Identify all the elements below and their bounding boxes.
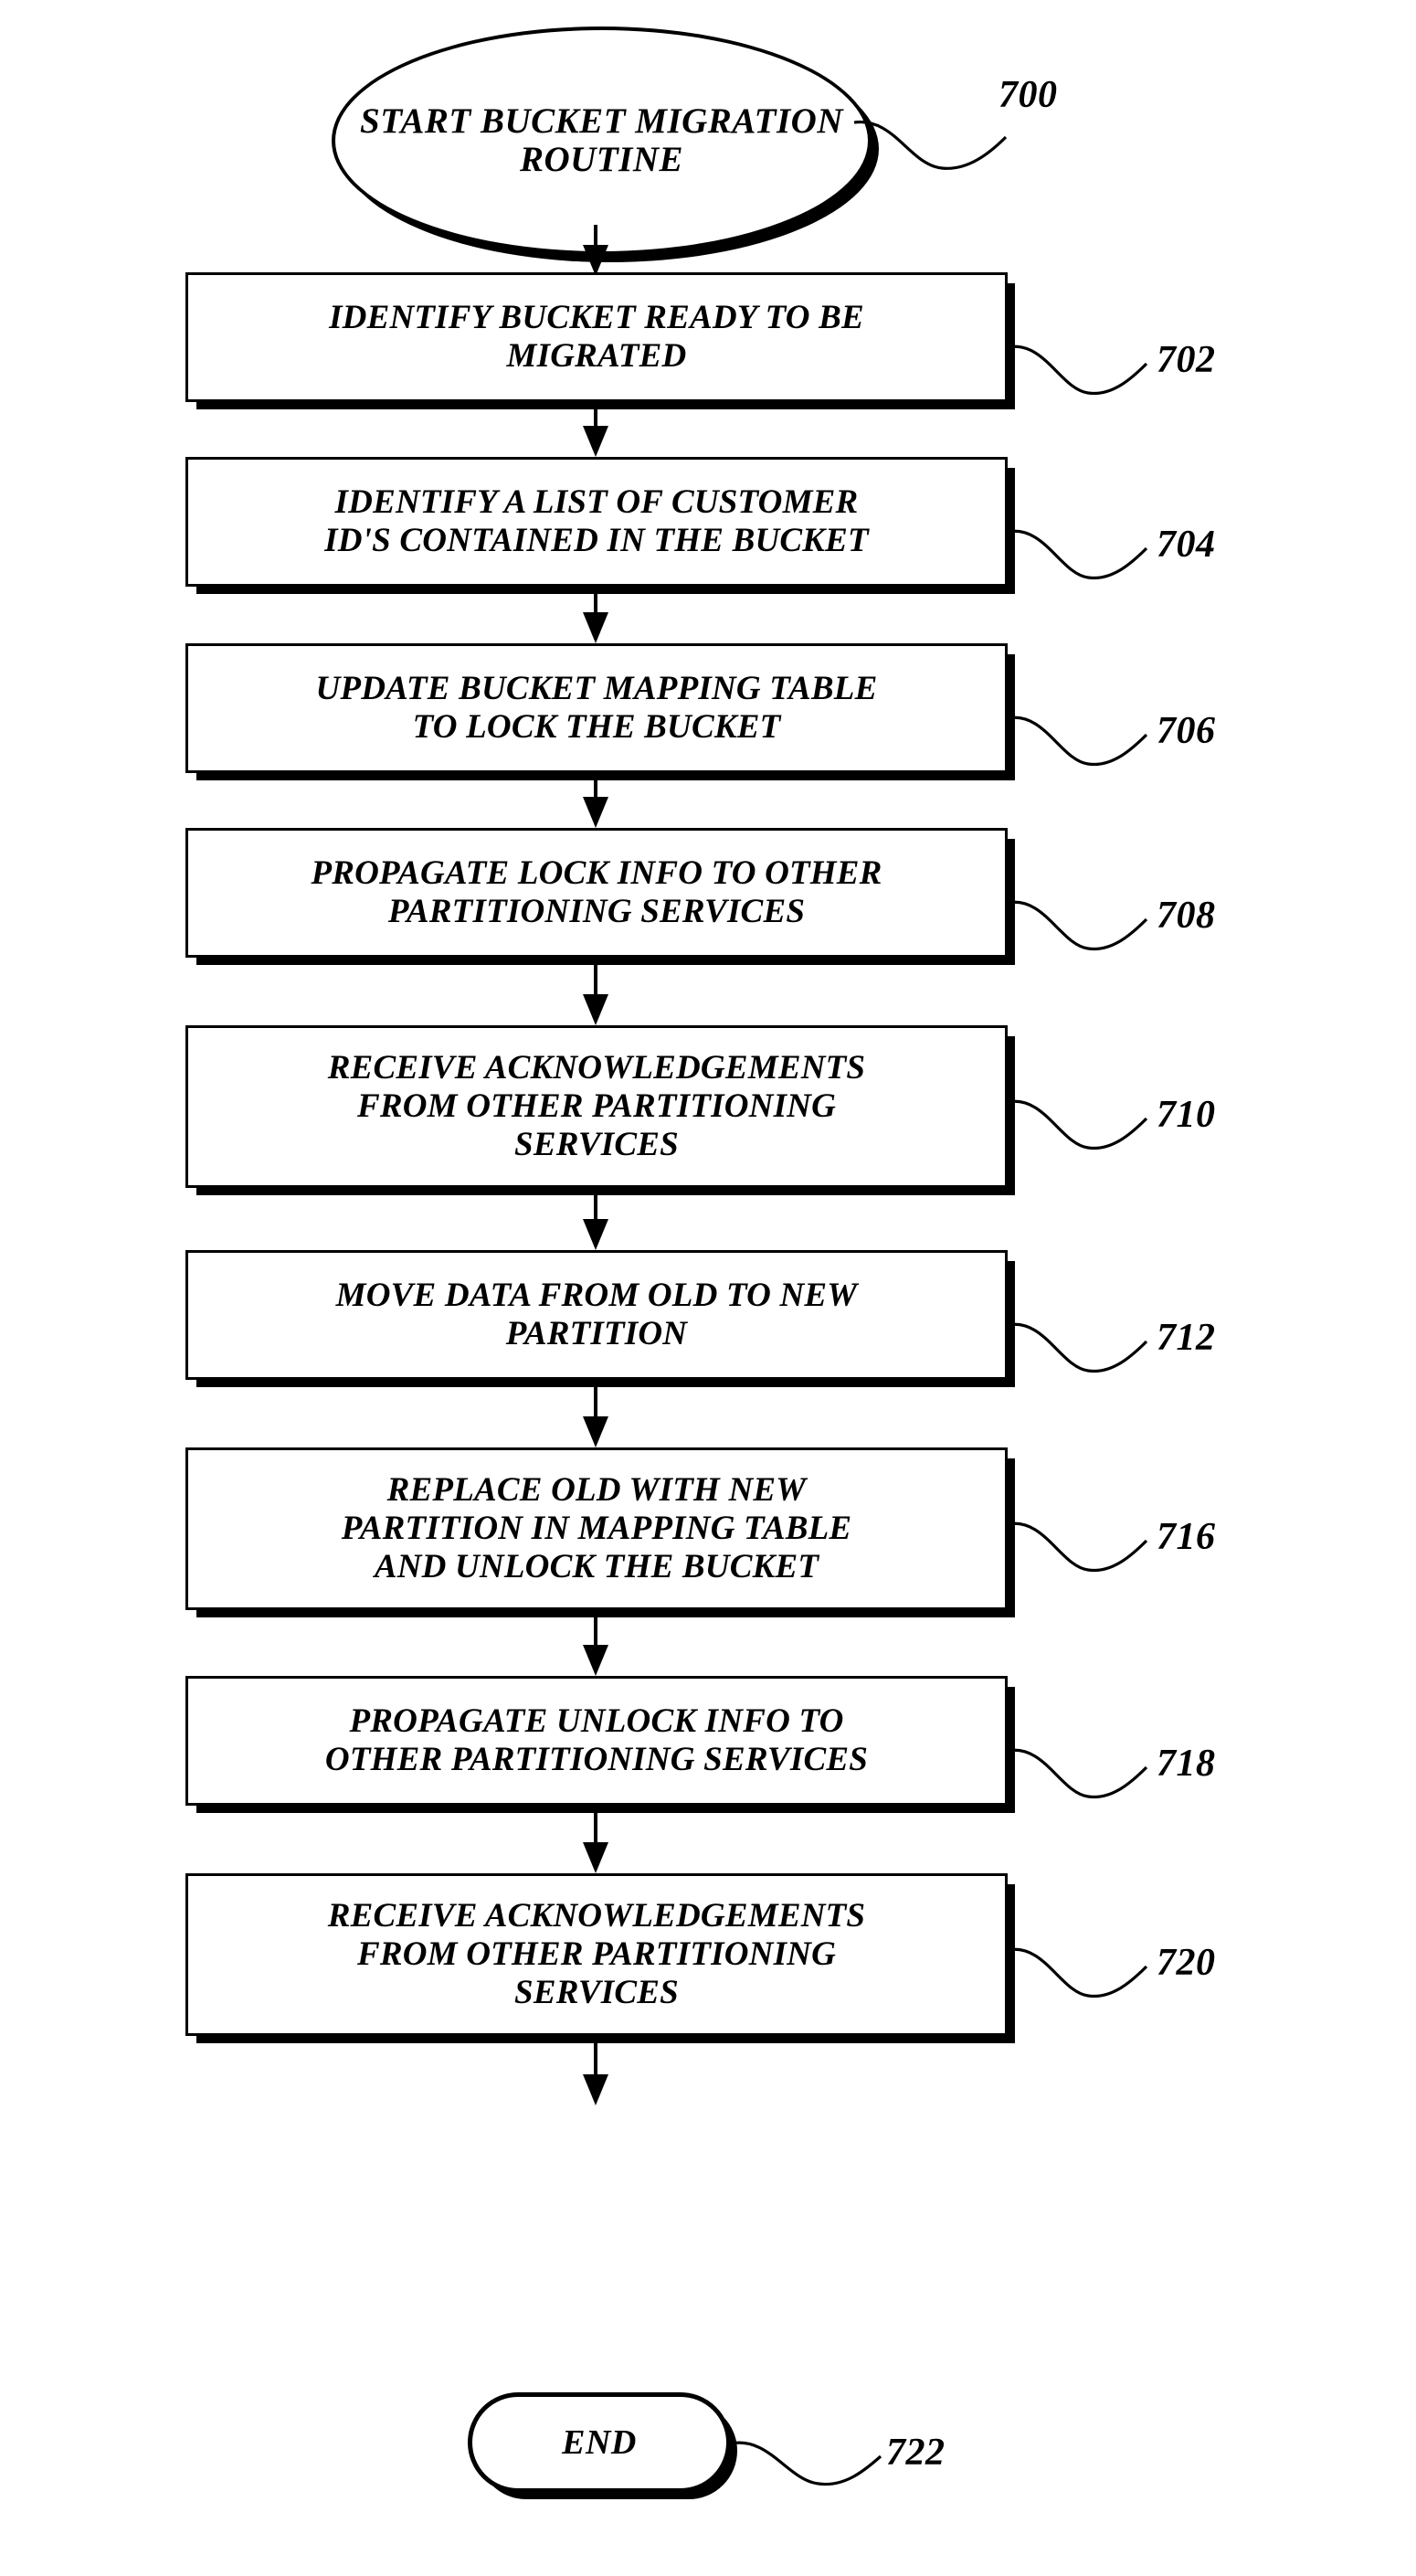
- reference-numeral-720: 720: [1157, 1942, 1216, 1984]
- process-box-720: RECEIVE ACKNOWLEDGEMENTS FROM OTHER PART…: [185, 1873, 1008, 2036]
- reference-numeral-708: 708: [1157, 895, 1216, 937]
- leader-line-700: [854, 121, 1008, 170]
- process-box-716: REPLACE OLD WITH NEW PARTITION IN MAPPIN…: [185, 1447, 1008, 1610]
- connector-702-to-704: [583, 404, 608, 457]
- terminal-end-label: END: [562, 2423, 637, 2462]
- leader-line-708: [1008, 900, 1148, 951]
- connector-718-to-720: [583, 1807, 608, 1873]
- process-box-708: PROPAGATE LOCK INFO TO OTHER PARTITIONIN…: [185, 828, 1008, 958]
- process-box-702: IDENTIFY BUCKET READY TO BE MIGRATED: [185, 272, 1008, 402]
- leader-line-718: [1008, 1748, 1148, 1799]
- reference-numeral-716: 716: [1157, 1516, 1216, 1558]
- leader-line-710: [1008, 1099, 1148, 1150]
- process-box-704: IDENTIFY A LIST OF CUSTOMER ID'S CONTAIN…: [185, 457, 1008, 587]
- connector-716-to-718: [583, 1612, 608, 1676]
- reference-numeral-722: 722: [886, 2432, 946, 2474]
- process-box-716-label: REPLACE OLD WITH NEW PARTITION IN MAPPIN…: [341, 1470, 852, 1586]
- process-box-720-label: RECEIVE ACKNOWLEDGEMENTS FROM OTHER PART…: [327, 1896, 866, 2012]
- reference-numeral-702: 702: [1157, 339, 1216, 381]
- leader-line-702: [1008, 345, 1148, 396]
- leader-line-720: [1008, 1947, 1148, 1998]
- process-box-702-label: IDENTIFY BUCKET READY TO BE MIGRATED: [329, 298, 864, 375]
- leader-line-712: [1008, 1322, 1148, 1373]
- leader-line-704: [1008, 529, 1148, 580]
- process-box-710-label: RECEIVE ACKNOWLEDGEMENTS FROM OTHER PART…: [327, 1048, 866, 1164]
- leader-line-716: [1008, 1521, 1148, 1573]
- process-box-718-label: PROPAGATE UNLOCK INFO TO OTHER PARTITION…: [324, 1701, 869, 1778]
- reference-numeral-706: 706: [1157, 710, 1216, 752]
- connector-704-to-706: [583, 588, 608, 643]
- reference-numeral-700: 700: [999, 74, 1058, 116]
- reference-numeral-718: 718: [1157, 1743, 1216, 1785]
- figure-canvas: START BUCKET MIGRATION ROUTINE IDENTIFY …: [0, 0, 1416, 2576]
- connector-706-to-708: [583, 775, 608, 828]
- leader-line-706: [1008, 716, 1148, 767]
- terminal-start-label: START BUCKET MIGRATION ROUTINE: [360, 101, 843, 179]
- terminal-end: END: [468, 2392, 731, 2493]
- process-box-712: MOVE DATA FROM OLD TO NEW PARTITION: [185, 1250, 1008, 1380]
- connector-710-to-712: [583, 1190, 608, 1250]
- process-box-706: UPDATE BUCKET MAPPING TABLE TO LOCK THE …: [185, 643, 1008, 773]
- reference-numeral-704: 704: [1157, 524, 1216, 566]
- process-box-708-label: PROPAGATE LOCK INFO TO OTHER PARTITIONIN…: [311, 853, 882, 930]
- connector-720-to-end: [583, 2038, 608, 2105]
- process-box-706-label: UPDATE BUCKET MAPPING TABLE TO LOCK THE …: [315, 669, 878, 746]
- terminal-start: START BUCKET MIGRATION ROUTINE: [332, 27, 872, 255]
- reference-numeral-712: 712: [1157, 1317, 1216, 1359]
- leader-line-722: [731, 2441, 882, 2486]
- reference-numeral-710: 710: [1157, 1094, 1216, 1136]
- connector-712-to-716: [583, 1382, 608, 1447]
- process-box-718: PROPAGATE UNLOCK INFO TO OTHER PARTITION…: [185, 1676, 1008, 1806]
- process-box-704-label: IDENTIFY A LIST OF CUSTOMER ID'S CONTAIN…: [324, 482, 869, 559]
- process-box-712-label: MOVE DATA FROM OLD TO NEW PARTITION: [335, 1276, 858, 1352]
- process-box-710: RECEIVE ACKNOWLEDGEMENTS FROM OTHER PART…: [185, 1025, 1008, 1188]
- connector-708-to-710: [583, 959, 608, 1025]
